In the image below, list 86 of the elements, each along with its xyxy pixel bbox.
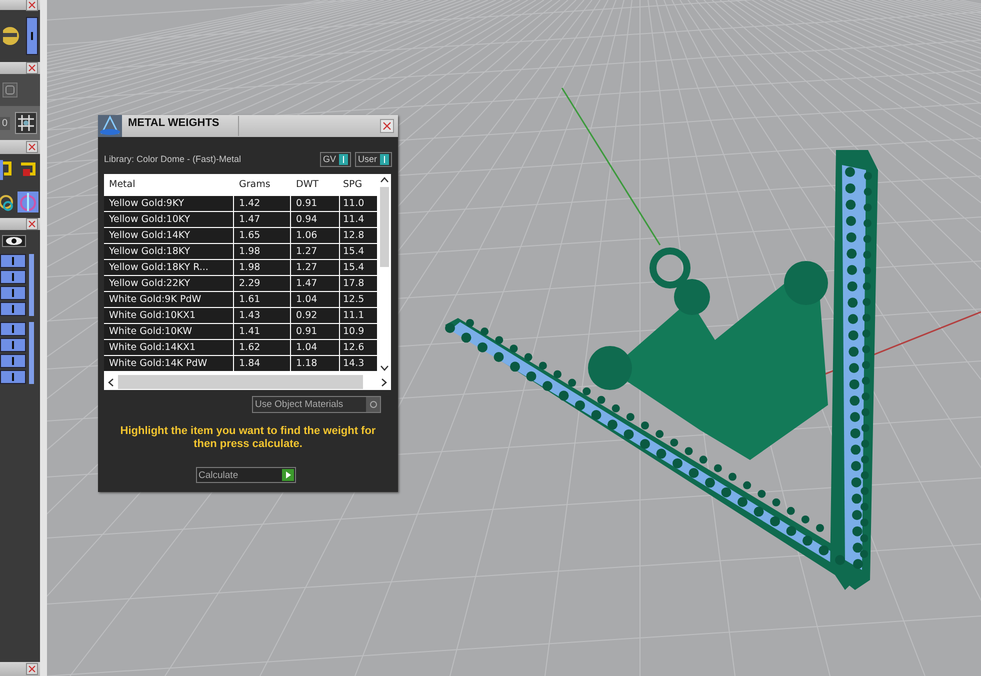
table-cell: 0.94 (291, 212, 340, 227)
arrow-icon[interactable] (0, 160, 14, 180)
table-cell: 1.41 (234, 324, 291, 339)
table-cell: 1.62 (234, 340, 291, 355)
table-cell: 1.27 (291, 244, 340, 259)
globe-tool-icon[interactable] (17, 191, 39, 213)
toggle-icon[interactable] (0, 302, 26, 316)
toggle-icon[interactable] (0, 338, 26, 352)
column-header[interactable]: Grams (234, 174, 291, 195)
table-cell-text: 10.9 (342, 325, 366, 339)
column-header[interactable]: DWT (291, 174, 340, 195)
table-cell: 0.91 (291, 196, 340, 211)
close-icon[interactable] (26, 0, 38, 11)
pyramid-logo-icon[interactable] (98, 115, 122, 137)
close-icon[interactable] (26, 141, 38, 153)
column-header[interactable]: Metal (104, 174, 234, 195)
table-cell-text: 15.4 (342, 245, 366, 259)
table-cell: 1.98 (234, 244, 291, 259)
toggle-switch[interactable]: GV (320, 152, 351, 166)
table-cell-text: 11.1 (342, 309, 366, 323)
library-label: Library: Color Dome - (Fast)-Metal (104, 154, 242, 164)
scroll-thumb[interactable] (118, 375, 363, 389)
toggle-icon[interactable] (0, 254, 26, 268)
table-cell: Yellow Gold:18KY R... (104, 260, 234, 275)
column-header[interactable]: SPG (340, 174, 377, 195)
close-icon[interactable] (26, 663, 38, 675)
number-field[interactable]: 0 (0, 116, 10, 130)
toggle-icon[interactable] (0, 286, 26, 300)
table-cell: 1.04 (291, 292, 340, 307)
table-cell: 1.18 (291, 356, 340, 371)
table-cell-text: 14.3 (342, 357, 366, 371)
close-icon[interactable] (26, 218, 38, 230)
table-cell: White Gold:9K PdW (104, 292, 234, 307)
table-cell: Yellow Gold:18KY (104, 244, 234, 259)
close-icon[interactable] (380, 119, 394, 133)
table-cell: 1.47 (291, 276, 340, 291)
play-icon (282, 469, 294, 481)
toggle-icon[interactable] (0, 354, 26, 368)
scroll-up-icon[interactable] (380, 177, 388, 183)
table-cell: White Gold:14KX1 (104, 340, 234, 355)
table-cell: Yellow Gold:9KY (104, 196, 234, 211)
table-cell: White Gold:14K PdW (104, 356, 234, 371)
table-cell: 1.61 (234, 292, 291, 307)
square-icon[interactable] (2, 82, 18, 98)
table-cell: White Gold:10KW (104, 324, 234, 339)
table-cell: 0.91 (291, 324, 340, 339)
toggle-icon[interactable] (0, 322, 26, 336)
eye-icon[interactable] (2, 235, 26, 247)
table-cell: 1.47 (234, 212, 291, 227)
table-cell: White Gold:10KX1 (104, 308, 234, 323)
table-cell-text: 17.8 (342, 277, 366, 291)
instruction-text: Highlight the item you want to find the weight for then press calculate. (119, 425, 377, 451)
table-cell: Yellow Gold:14KY (104, 228, 234, 243)
table-cell: 1.84 (234, 356, 291, 371)
table-cell-text: 11.0 (342, 197, 366, 211)
table-cell: 1.42 (234, 196, 291, 211)
use-object-materials-checkbox[interactable]: Use Object Materials (252, 396, 381, 413)
scroll-bar-icon[interactable] (29, 254, 34, 316)
table-cell: 1.06 (291, 228, 340, 243)
calculate-button[interactable]: Calculate (196, 467, 296, 483)
close-icon[interactable] (26, 62, 38, 74)
table-cell: 0.92 (291, 308, 340, 323)
table-cell-text: 12.8 (342, 229, 366, 243)
scroll-left-icon[interactable] (108, 378, 114, 386)
grid-snap-icon[interactable] (15, 112, 37, 134)
table-cell: 1.04 (291, 340, 340, 355)
table-cell-text: 11.4 (342, 213, 366, 227)
scroll-right-icon[interactable] (381, 378, 387, 386)
table-cell: 1.27 (291, 260, 340, 275)
window-title: METAL WEIGHTS (127, 116, 220, 129)
table-cell-text: 15.4 (342, 261, 366, 275)
scroll-thumb[interactable] (380, 187, 388, 267)
toggle-icon[interactable] (0, 370, 26, 384)
scroll-down-icon[interactable] (380, 365, 388, 371)
toggle-switch[interactable]: User (354, 152, 392, 166)
toggle-icon[interactable] (0, 270, 26, 284)
table-cell: 1.65 (234, 228, 291, 243)
table-cell: 1.98 (234, 260, 291, 275)
table-cell-text: 12.5 (342, 293, 366, 307)
table-cell: Yellow Gold:22KY (104, 276, 234, 291)
table-cell-text: 12.6 (342, 341, 366, 355)
scroll-bar-icon[interactable] (29, 322, 34, 384)
table-cell: 2.29 (234, 276, 291, 291)
table-cell: 1.43 (234, 308, 291, 323)
toggle-icon[interactable] (26, 17, 38, 55)
table-cell: Yellow Gold:10KY (104, 212, 234, 227)
